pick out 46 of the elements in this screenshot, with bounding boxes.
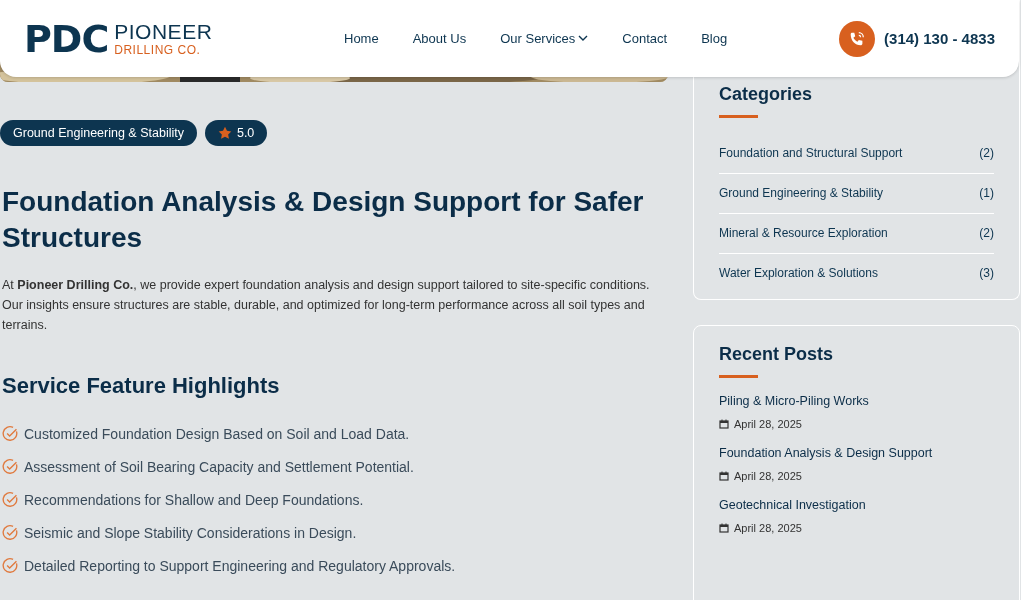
category-link[interactable]: Ground Engineering & Stability <box>719 186 884 200</box>
check-circle-icon <box>2 557 19 574</box>
category-link[interactable]: Mineral & Resource Exploration <box>719 226 888 240</box>
logo-mark: PDC <box>24 19 109 58</box>
star-icon <box>217 126 232 140</box>
feature-text: Detailed Reporting to Support Engineering and Regulatory Approvals. <box>24 557 456 574</box>
calendar-icon <box>719 471 729 481</box>
phone-icon[interactable] <box>839 20 876 57</box>
category-count: (2) <box>979 226 994 240</box>
category-link[interactable]: Foundation and Structural Support <box>719 146 903 160</box>
post-link[interactable]: Piling & Micro-Piling Works <box>719 394 994 408</box>
check-circle-icon <box>2 425 19 442</box>
check-circle-icon <box>2 524 19 541</box>
phone-number[interactable]: (314) 130 - 4833 <box>884 30 995 47</box>
nav-link[interactable]: Contact <box>622 31 668 46</box>
check-circle-icon <box>2 491 19 508</box>
rating-badge: 5.0 <box>204 120 268 146</box>
card-heading: Recent Posts <box>719 344 835 365</box>
nav-link[interactable]: Blog <box>701 31 728 46</box>
post-date: April 28, 2025 <box>734 418 802 430</box>
nav-link[interactable]: About Us <box>412 31 467 46</box>
category-link[interactable]: Water Exploration & Solutions <box>719 266 878 280</box>
card-heading: Categories <box>719 84 814 105</box>
chevron-down-icon <box>578 35 589 42</box>
feature-text: Assessment of Soil Bearing Capacity and Settlement Potential. <box>24 458 414 475</box>
page-title: Foundation Analysis & Design Support for Safer Structures <box>2 185 645 255</box>
intro-paragraph: At Pioneer Drilling Co., we provide expert foundation analysis and design support tailored to site-specific conditions. Our insights ensure structures are stable, durable, and optimized for long-term performance across all soil types and terrains. <box>2 277 651 334</box>
category-count: (1) <box>979 186 994 200</box>
check-circle-icon <box>2 458 19 475</box>
nav-link[interactable]: Home <box>344 31 379 46</box>
section-heading: Service Feature Highlights <box>2 373 281 399</box>
feature-text: Recommendations for Shallow and Deep Foundations. <box>24 491 364 508</box>
post-date: April 28, 2025 <box>734 470 802 482</box>
calendar-icon <box>719 523 729 533</box>
category-count: (3) <box>979 266 994 280</box>
post-link[interactable]: Geotechnical Investigation <box>719 498 994 512</box>
category-tag[interactable]: Ground Engineering & Stability <box>0 120 197 146</box>
nav-link[interactable]: Our Services <box>500 31 589 46</box>
calendar-icon <box>719 419 729 429</box>
logo-name: PIONEER <box>114 21 213 42</box>
post-link[interactable]: Foundation Analysis & Design Support <box>719 446 994 460</box>
feature-text: Customized Foundation Design Based on Soil and Load Data. <box>24 425 410 442</box>
feature-text: Seismic and Slope Stability Considerations in Design. <box>24 524 357 541</box>
logo-subtitle: DRILLING CO. <box>114 44 202 56</box>
post-date: April 28, 2025 <box>734 522 802 534</box>
category-count: (2) <box>979 146 994 160</box>
